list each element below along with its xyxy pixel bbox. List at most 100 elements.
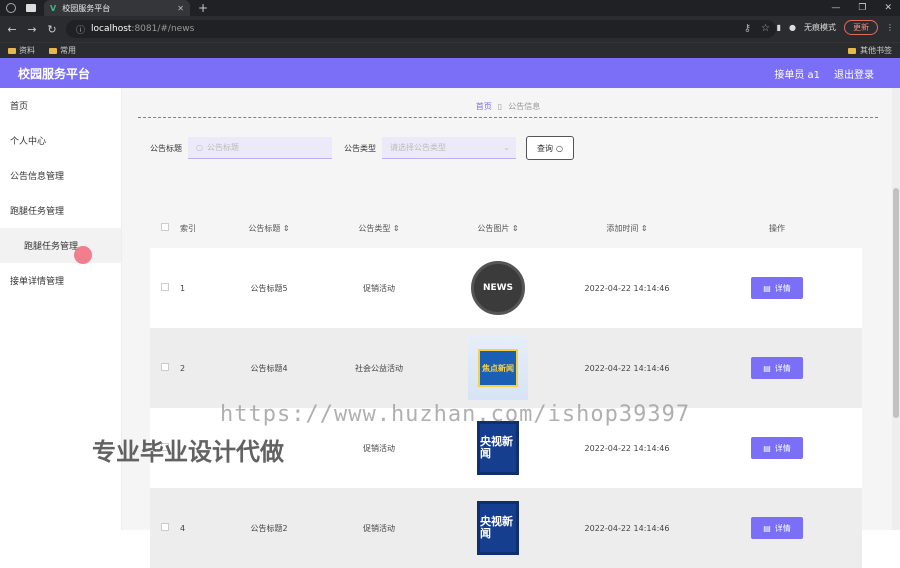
sidebar-item-home[interactable]: 首页 (0, 88, 121, 123)
detail-button[interactable]: ▤ 详情 (751, 517, 803, 539)
browser-tab-bar: V 校园服务平台 ✕ + — ❐ ✕ (0, 0, 900, 16)
browser-menu-icon[interactable] (6, 3, 16, 13)
close-window-icon[interactable]: ✕ (884, 0, 892, 16)
type-label: 公告类型 (344, 143, 376, 153)
url-field[interactable]: ⓘ localhost :8081/#/news (66, 20, 776, 38)
sort-icon: ⇕ (282, 223, 290, 233)
search-icon: ○ (196, 143, 203, 152)
vue-logo-icon: V (50, 3, 57, 13)
new-tab-icon[interactable]: + (198, 1, 208, 15)
app-logo: 校园服务平台 (18, 66, 91, 81)
logout-link[interactable]: 退出登录 (834, 66, 874, 81)
restore-icon[interactable]: ❐ (858, 0, 866, 16)
row-checkbox[interactable] (161, 283, 169, 291)
breadcrumb-home[interactable]: 首页 (476, 101, 492, 112)
type-placeholder: 请选择公告类型 (390, 143, 446, 152)
row-type: 促销活动 (363, 283, 395, 293)
news-image: NEWS (471, 261, 525, 315)
sidebar-item-order-detail[interactable]: 接单详情管理 (0, 263, 121, 298)
detail-button[interactable]: ▤ 详情 (751, 437, 803, 459)
incognito-icon: ● (789, 23, 796, 32)
row-type: 社会公益活动 (355, 363, 403, 373)
row-checkbox[interactable] (161, 363, 169, 371)
site-info-icon[interactable]: ⓘ (76, 23, 85, 36)
bookmarks-bar: 资料 常用 其他书签 (0, 42, 900, 58)
search-form: 公告标题 ○ 公告标题 公告类型 请选择公告类型 ⌄ 查询 ○ (150, 136, 574, 160)
row-type: 促销活动 (363, 523, 395, 533)
breadcrumb: 首页 ▯ 公告信息 (138, 96, 878, 118)
document-icon: ▤ (763, 363, 771, 373)
row-index: 1 (180, 283, 186, 293)
row-time: 2022-04-22 14:14:46 (584, 283, 670, 293)
folder-icon (8, 47, 16, 54)
row-title: 公告标题4 (250, 363, 288, 373)
other-bookmarks[interactable]: 其他书签 (848, 43, 892, 59)
title-search-input[interactable]: ○ 公告标题 (188, 137, 332, 159)
bookmark-star-icon[interactable]: ☆ (761, 20, 770, 38)
reload-icon[interactable]: ↻ (44, 23, 60, 36)
header-type[interactable]: 公告类型 ⇕ (324, 223, 434, 234)
address-bar-row: ← → ↻ ⓘ localhost :8081/#/news ⚷ ☆ ▮ ● 无… (0, 16, 900, 42)
close-tab-icon[interactable]: ✕ (177, 4, 184, 13)
table-header: 索引 公告标题 ⇕ 公告类型 ⇕ 公告图片 ⇕ 添加时间 ⇕ 操作 (150, 208, 862, 248)
user-name: 接单员 a1 (774, 69, 820, 81)
row-index: 4 (180, 523, 186, 533)
document-icon: ▤ (763, 523, 771, 533)
sidebar-subitem-errand[interactable]: 跑腿任务管理 (0, 228, 121, 263)
watermark-text: 专业毕业设计代做 (92, 438, 284, 466)
tab-title: 校园服务平台 (62, 3, 111, 13)
search-icon: ○ (556, 143, 563, 153)
header-title[interactable]: 公告标题 ⇕ (214, 223, 324, 234)
focus-news-image: 焦点新闻 (468, 336, 528, 400)
header-index: 索引 (180, 223, 196, 233)
title-label: 公告标题 (150, 143, 182, 153)
breadcrumb-current: 公告信息 (508, 102, 541, 111)
back-icon[interactable]: ← (4, 23, 20, 36)
key-icon[interactable]: ⚷ (744, 20, 751, 38)
cctv-news-image: 央视新闻 (477, 501, 519, 555)
incognito-label: 无痕模式 (804, 23, 836, 32)
row-title: 公告标题2 (250, 523, 288, 533)
title-placeholder: 公告标题 (206, 143, 239, 152)
more-icon[interactable]: ⋮ (886, 23, 894, 32)
mouse-cursor-highlight (74, 246, 92, 264)
row-type: 促销活动 (363, 443, 395, 453)
sidebar-item-errand[interactable]: 跑腿任务管理 (0, 193, 121, 228)
sort-icon: ⇕ (640, 223, 648, 233)
chevron-down-icon: ⌄ (503, 143, 510, 152)
row-time: 2022-04-22 14:14:46 (584, 443, 670, 453)
scrollbar-thumb[interactable] (893, 188, 899, 418)
query-label: 查询 (537, 143, 553, 153)
type-select[interactable]: 请选择公告类型 ⌄ (382, 137, 516, 159)
update-button[interactable]: 更新 (844, 20, 878, 35)
bookmark-folder-1[interactable]: 资料 (8, 45, 35, 56)
table-row: 1 公告标题5 促销活动 NEWS 2022-04-22 14:14:46 ▤ 详… (150, 248, 862, 328)
header-time[interactable]: 添加时间 ⇕ (562, 223, 692, 234)
document-icon: ▤ (763, 283, 771, 293)
sidepanel-icon[interactable]: ▮ (777, 23, 781, 32)
cctv-news-image: 央视新闻 (477, 421, 519, 475)
folder-icon (848, 48, 856, 54)
detail-button[interactable]: ▤ 详情 (751, 357, 803, 379)
browser-tab[interactable]: V 校园服务平台 ✕ (44, 0, 190, 16)
row-time: 2022-04-22 14:14:46 (584, 363, 670, 373)
page-scrollbar[interactable] (892, 88, 900, 530)
tab-search-icon[interactable] (26, 4, 36, 12)
sort-icon: ⇕ (392, 223, 400, 233)
header-action: 操作 (769, 223, 785, 233)
app-header: 校园服务平台 接单员 a1 退出登录 (0, 58, 900, 88)
url-path: :8081/#/news (131, 24, 195, 34)
query-button[interactable]: 查询 ○ (526, 136, 574, 160)
header-image[interactable]: 公告图片 ⇕ (434, 223, 562, 234)
sidebar-item-notice[interactable]: 公告信息管理 (0, 158, 121, 193)
detail-button[interactable]: ▤ 详情 (751, 277, 803, 299)
sort-icon: ⇕ (511, 223, 519, 233)
forward-icon[interactable]: → (24, 23, 40, 36)
sidebar-item-profile[interactable]: 个人中心 (0, 123, 121, 158)
bookmark-folder-2[interactable]: 常用 (49, 45, 76, 56)
minimize-icon[interactable]: — (831, 0, 840, 16)
row-index: 2 (180, 363, 186, 373)
row-time: 2022-04-22 14:14:46 (584, 523, 670, 533)
table-row: 2 公告标题4 社会公益活动 焦点新闻 2022-04-22 14:14:46 … (150, 328, 862, 408)
select-all-checkbox[interactable] (161, 223, 169, 231)
